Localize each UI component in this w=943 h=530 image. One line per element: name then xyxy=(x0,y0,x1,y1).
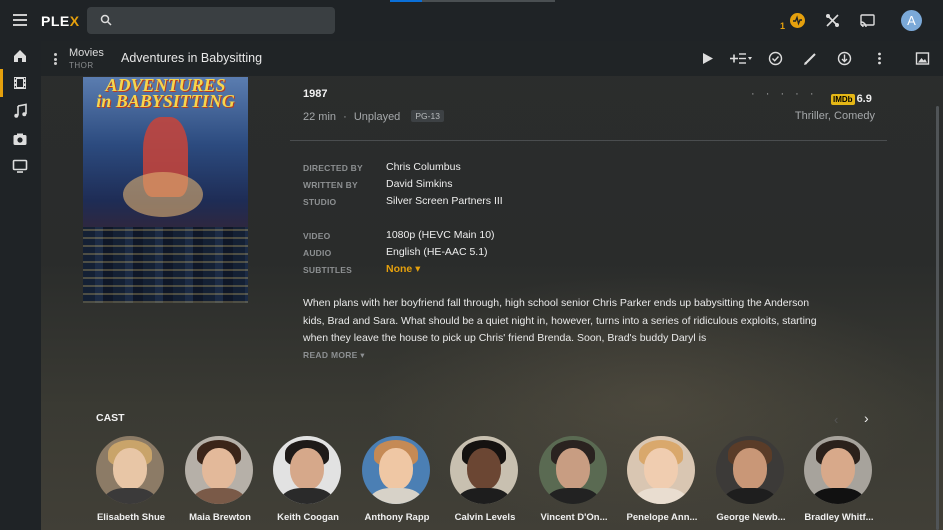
summary-text: When plans with her boyfriend fall throu… xyxy=(303,297,817,344)
director-name[interactable]: Chris Columbus xyxy=(386,161,686,173)
cast-photo xyxy=(539,436,607,504)
sidebar-item-music[interactable] xyxy=(0,97,41,125)
cast-icon[interactable] xyxy=(859,12,876,29)
user-rating-stars[interactable]: · · · · · xyxy=(751,88,818,100)
cast-member[interactable]: Anthony Rapp xyxy=(362,436,432,530)
more-options-icon[interactable] xyxy=(871,50,888,67)
directed-by-label: DIRECTED BY xyxy=(303,163,363,173)
cast-photo xyxy=(185,436,253,504)
cast-name: Vincent D'On... xyxy=(540,512,608,523)
avatar[interactable]: A xyxy=(901,10,922,31)
cast-name: George Newb... xyxy=(716,512,786,523)
studio-label: STUDIO xyxy=(303,197,337,207)
activity-count: 1 xyxy=(780,21,786,31)
movie-poster[interactable]: ADVENTURES in BABYSITTING xyxy=(83,77,248,303)
cast-name: Keith Coogan xyxy=(277,512,339,523)
subtitles-label: SUBTITLES xyxy=(303,265,353,275)
cast-member[interactable]: Keith Coogan xyxy=(273,436,343,530)
cast-name: Anthony Rapp xyxy=(364,512,430,523)
library-menu-icon[interactable] xyxy=(54,53,57,65)
cast-member[interactable]: Calvin Levels xyxy=(450,436,520,530)
duration: 22 min xyxy=(303,111,337,123)
cast-member[interactable]: Bradley Whitf... xyxy=(804,436,874,530)
genres: Thriller, Comedy xyxy=(794,110,875,122)
cast-member[interactable]: Elisabeth Shue xyxy=(96,436,166,530)
written-by-label: WRITTEN BY xyxy=(303,180,358,190)
writer-name[interactable]: David Simkins xyxy=(386,178,686,190)
imdb-rating: IMDb 6.9 xyxy=(831,89,872,107)
video-value: 1080p (HEVC Main 10) xyxy=(386,229,495,241)
video-label: VIDEO xyxy=(303,231,331,241)
audio-value: English (HE-AAC 5.1) xyxy=(386,246,488,258)
sidebar-item-photos[interactable] xyxy=(0,125,41,153)
background-image-icon[interactable] xyxy=(914,50,931,67)
logo-text: PLE xyxy=(41,13,70,29)
mark-played-icon[interactable] xyxy=(767,50,784,67)
cast-name: Elisabeth Shue xyxy=(96,512,166,523)
plex-logo[interactable]: PLEX xyxy=(41,13,80,29)
logo-accent: X xyxy=(69,13,80,29)
cast-name: Bradley Whitf... xyxy=(804,512,874,523)
poster-title-art: ADVENTURES in BABYSITTING xyxy=(93,77,238,111)
cast-prev-button[interactable]: ‹ xyxy=(834,412,838,427)
play-icon[interactable] xyxy=(699,50,716,67)
poster-title-line-2: in BABYSITTING xyxy=(96,91,235,111)
edit-icon[interactable] xyxy=(802,50,819,67)
page-title: Adventures in Babysitting xyxy=(121,51,263,65)
cast-next-button[interactable]: › xyxy=(864,410,869,426)
breadcrumb-library[interactable]: Movies xyxy=(69,47,104,59)
cast-member[interactable]: George Newb... xyxy=(716,436,786,530)
action-bar: Movies THOR Adventures in Babysitting xyxy=(41,41,943,76)
monitor-icon xyxy=(12,159,28,173)
content-rating-badge: PG-13 xyxy=(411,110,444,122)
camera-icon xyxy=(13,133,27,145)
add-to-queue-icon[interactable] xyxy=(729,50,753,67)
cast-member[interactable]: Maia Brewton xyxy=(185,436,255,530)
cast-heading: CAST xyxy=(96,412,125,424)
search-input[interactable] xyxy=(87,7,335,34)
main-content: Movies THOR Adventures in Babysitting AD… xyxy=(41,41,943,530)
activity-icon xyxy=(790,13,805,28)
read-more-button[interactable]: READ MORE ▾ xyxy=(303,350,365,361)
cast-photo xyxy=(804,436,872,504)
cast-photo xyxy=(96,436,164,504)
home-icon xyxy=(14,50,26,62)
music-icon xyxy=(14,103,27,118)
download-icon[interactable] xyxy=(836,50,853,67)
imdb-logo: IMDb xyxy=(831,94,855,105)
meta-line: 22 min · Unplayed PG-13 xyxy=(303,110,444,123)
cast-member[interactable]: Vincent D'On... xyxy=(539,436,609,530)
cast-photo xyxy=(273,436,341,504)
top-bar: PLEX 1 A xyxy=(0,0,943,41)
audio-label: AUDIO xyxy=(303,248,332,258)
menu-icon[interactable] xyxy=(13,14,27,26)
meta-separator: · xyxy=(343,111,347,123)
cast-name: Maia Brewton xyxy=(189,512,251,523)
sidebar-item-home[interactable] xyxy=(0,42,41,70)
cast-photo xyxy=(627,436,695,504)
scrollbar[interactable] xyxy=(936,106,939,530)
cast-name: Calvin Levels xyxy=(454,512,516,523)
studio-name[interactable]: Silver Screen Partners III xyxy=(386,195,686,207)
cast-photo xyxy=(450,436,518,504)
sidebar-item-movies[interactable] xyxy=(0,69,41,97)
cast-photo xyxy=(716,436,784,504)
film-icon xyxy=(14,77,26,89)
sidebar xyxy=(0,41,41,530)
cast-member[interactable]: Penelope Ann... xyxy=(627,436,697,530)
search-icon xyxy=(100,14,112,26)
play-state: Unplayed xyxy=(353,111,401,123)
cast-photo xyxy=(362,436,430,504)
divider xyxy=(290,140,887,141)
release-year: 1987 xyxy=(303,88,328,100)
cast-name: Penelope Ann... xyxy=(626,512,698,523)
loading-progress-bar xyxy=(390,0,555,2)
imdb-score: 6.9 xyxy=(856,93,872,105)
subtitles-dropdown[interactable]: None ▾ xyxy=(386,263,686,275)
activity-button[interactable]: 1 xyxy=(780,12,806,32)
sidebar-item-tv[interactable] xyxy=(0,152,41,180)
settings-tools-icon[interactable] xyxy=(824,12,841,29)
breadcrumb-server: THOR xyxy=(69,61,94,70)
